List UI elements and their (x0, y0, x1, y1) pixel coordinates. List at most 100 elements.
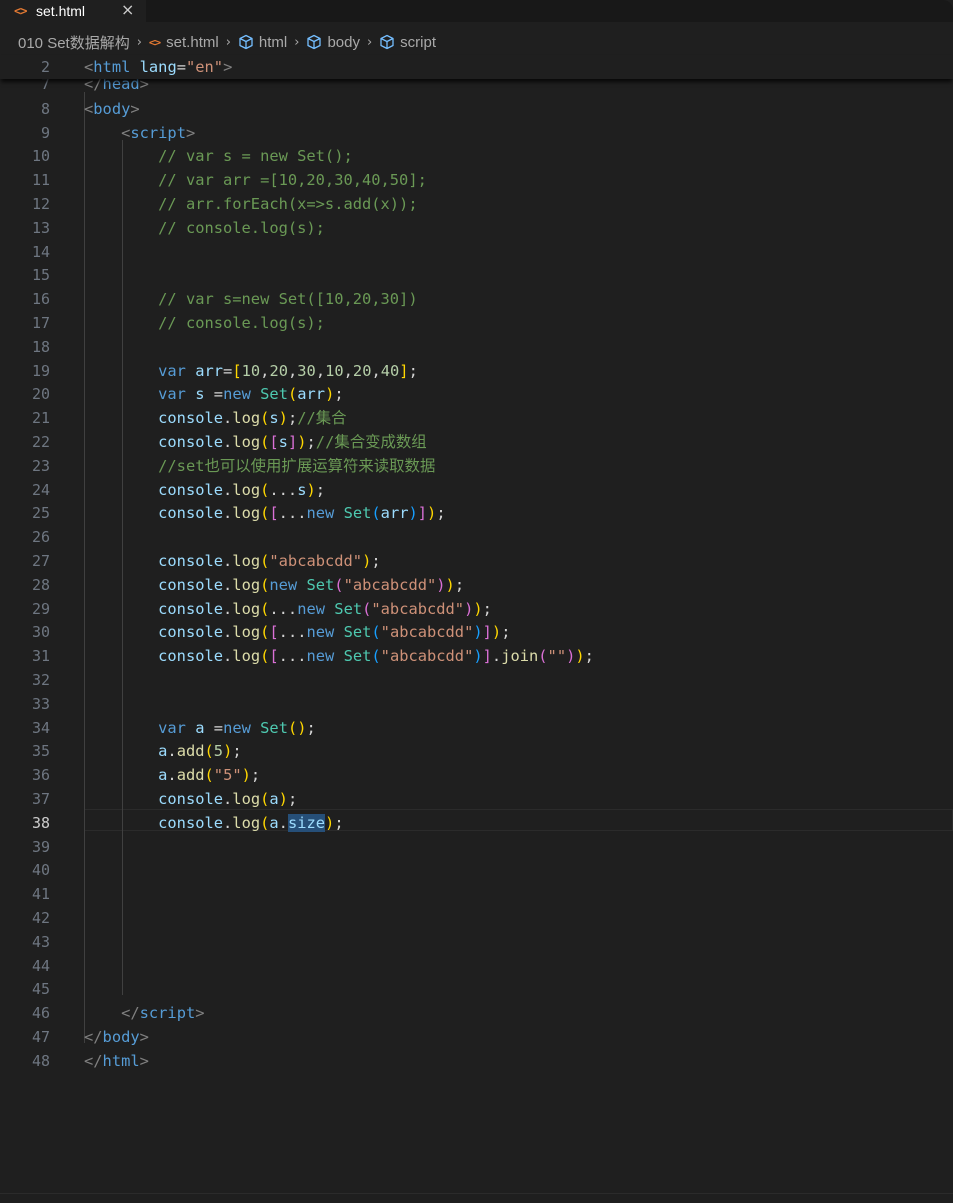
code-line[interactable]: 30 console.log([...new Set("abcabcdd")])… (0, 620, 953, 644)
code-line[interactable]: 11 // var arr =[10,20,30,40,50]; (0, 168, 953, 192)
code-text: var a =new Set(); (84, 716, 316, 740)
code-token: ) (408, 504, 418, 523)
code-token: console (158, 623, 224, 642)
code-token: new (223, 385, 251, 404)
code-text: console.log(a.size); (84, 811, 344, 835)
sticky-scroll-header[interactable]: 2 <html lang="en"> (0, 55, 953, 79)
code-line[interactable]: 18 (0, 335, 953, 359)
code-token: . (223, 409, 233, 428)
code-line[interactable]: 27 console.log("abcabcdd"); (0, 549, 953, 573)
code-line[interactable]: 37 console.log(a); (0, 787, 953, 811)
close-icon[interactable]: × (121, 0, 134, 20)
code-line[interactable]: 43 (0, 930, 953, 954)
code-line[interactable]: 9 <script> (0, 121, 953, 145)
code-line[interactable]: 15 (0, 263, 953, 287)
code-token: () (287, 718, 307, 737)
code-line[interactable]: 19 var arr=[10,20,30,10,20,40]; (0, 359, 953, 383)
code-token: ) (436, 575, 446, 594)
code-token: ; (334, 813, 344, 832)
code-line[interactable]: 48 </html> (0, 1049, 953, 1073)
line-number: 36 (31, 766, 50, 785)
chevron-right-icon: › (366, 34, 373, 50)
breadcrumb-file[interactable]: <> set.html › (149, 34, 238, 51)
code-line[interactable]: 24 console.log(...s); (0, 478, 953, 502)
code-token: ) (473, 623, 483, 642)
code-line[interactable]: 34 var a =new Set(); (0, 716, 953, 740)
code-token: new (306, 623, 335, 642)
code-token: console (158, 790, 224, 808)
code-line[interactable]: 46 </script> (0, 1001, 953, 1025)
code-line[interactable]: 39 (0, 835, 953, 859)
code-line[interactable]: 23 //set也可以使用扩展运算符来读取数据 (0, 454, 953, 478)
code-line[interactable]: 25 console.log([...new Set(arr)]); (0, 501, 953, 525)
code-line[interactable]: 45 (0, 977, 953, 1001)
code-token: ) (278, 409, 288, 428)
code-line[interactable]: 38 console.log(a.size); (0, 811, 953, 835)
line-number: 42 (31, 909, 50, 927)
code-line[interactable]: 31 console.log([...new Set("abcabcdd")].… (0, 644, 953, 668)
code-line[interactable]: 44 (0, 954, 953, 978)
code-token: "abcabcdd" (343, 575, 437, 594)
code-line[interactable]: 14 (0, 240, 953, 264)
code-text: </script> (84, 1001, 204, 1025)
code-line[interactable]: 36 a.add("5"); (0, 763, 953, 787)
code-token: . (223, 790, 233, 808)
tab-set-html[interactable]: <> set.html × (0, 0, 146, 22)
code-line[interactable]: 13 // console.log(s); (0, 216, 953, 240)
line-number: 44 (31, 956, 50, 975)
divider (0, 1193, 953, 1194)
code-token: ; (250, 766, 261, 785)
breadcrumb-body[interactable]: body › (306, 34, 379, 51)
code-line[interactable]: 42 (0, 906, 953, 930)
code-line[interactable]: 21 console.log(s);//集合 (0, 406, 953, 430)
code-line[interactable]: 35 a.add(5); (0, 739, 953, 763)
code-line[interactable]: 41 (0, 882, 953, 906)
code-editor[interactable]: 2 <html lang="en"> 7 </head> 8 <body> 9 <scri… (0, 55, 953, 1203)
code-token: . (223, 552, 233, 570)
code-line[interactable]: 28 console.log(new Set("abcabcdd")); (0, 573, 953, 597)
code-line[interactable]: 8 <body> (0, 97, 953, 121)
line-number: 27 (31, 552, 50, 570)
code-line[interactable]: 32 (0, 668, 953, 692)
code-line[interactable]: 22 console.log([s]);//集合变成数组 (0, 430, 953, 454)
code-line[interactable]: 16 // var s=new Set([10,20,30]) (0, 287, 953, 311)
breadcrumb-script[interactable]: script (379, 34, 436, 51)
code-token: body (102, 1028, 140, 1046)
code-line[interactable]: 33 (0, 692, 953, 716)
code-line[interactable]: 20 var s =new Set(arr); (0, 382, 953, 406)
line-number: 45 (31, 980, 50, 999)
line-number: 17 (31, 314, 50, 332)
code-token: ) (473, 599, 483, 618)
code-line[interactable]: 2 <html lang="en"> (0, 55, 953, 79)
code-token: . (223, 647, 233, 666)
code-text: console.log([...new Set("abcabcdd")]); (84, 620, 510, 644)
code-token: Set (260, 718, 288, 737)
code-token: . (278, 813, 288, 832)
code-line[interactable]: 29 console.log(...new Set("abcabcdd")); (0, 597, 953, 621)
code-token: ; (584, 647, 594, 666)
code-token: new (223, 718, 251, 737)
breadcrumb-html[interactable]: html › (238, 34, 307, 51)
code-token: "en" (186, 58, 224, 76)
code-token: log (232, 647, 261, 666)
code-line[interactable]: 12 // arr.forEach(x=>s.add(x)); (0, 192, 953, 216)
code-line[interactable]: 40 (0, 858, 953, 882)
code-token: . (223, 813, 233, 832)
code-line[interactable]: 10 // var s = new Set(); (0, 144, 953, 168)
breadcrumb-folder[interactable]: 010 Set数据解构 › (18, 32, 149, 53)
code-text: <html lang="en"> (84, 55, 232, 79)
code-token: ) (362, 552, 372, 570)
line-number: 34 (31, 718, 50, 737)
code-line[interactable]: 17 // console.log(s); (0, 311, 953, 335)
code-token: script (130, 123, 186, 142)
code-text: console.log(new Set("abcabcdd")); (84, 573, 464, 597)
code-line[interactable]: 26 (0, 525, 953, 549)
code-line[interactable]: 47 </body> (0, 1025, 953, 1049)
code-token: </ (84, 1028, 103, 1046)
